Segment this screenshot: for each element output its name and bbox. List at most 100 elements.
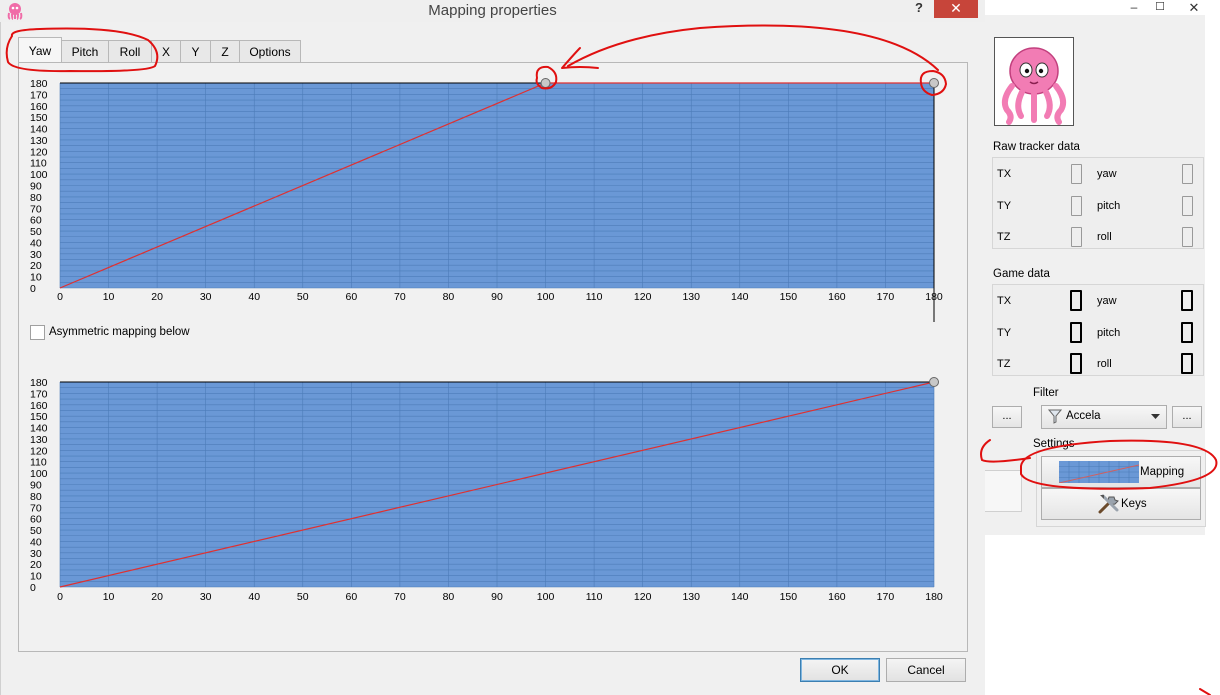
y-tick-label: 50 [30,525,42,537]
y-tick-label: 10 [30,571,42,583]
x-tick-label: 100 [537,291,555,303]
game-ty-label: TY [997,327,1012,339]
x-tick-label: 150 [780,291,798,303]
y-tick-label: 150 [30,411,48,423]
y-tick-label: 180 [30,377,48,389]
y-tick-label: 0 [30,283,36,295]
curve-control-point[interactable] [929,78,939,88]
x-tick-label: 20 [151,291,163,303]
chevron-down-icon [1151,414,1160,419]
ok-button[interactable]: OK [800,658,880,682]
game-roll-label: roll [1097,358,1112,370]
y-tick-label: 20 [30,260,42,272]
raw-roll-display [1182,227,1193,247]
x-tick-label: 30 [200,591,212,603]
x-tick-label: 90 [491,291,503,303]
x-tick-label: 110 [586,291,603,303]
x-tick-label: 0 [57,291,63,303]
y-tick-label: 30 [30,548,42,560]
y-tick-label: 140 [30,423,48,435]
y-tick-label: 0 [30,582,36,594]
x-tick-label: 50 [297,591,309,603]
y-tick-label: 30 [30,249,42,261]
maximize-button[interactable]: ☐ [1153,0,1167,14]
x-tick-label: 30 [200,291,212,303]
y-tick-label: 40 [30,536,42,548]
cancel-button[interactable]: Cancel [886,658,966,682]
x-tick-label: 80 [443,591,455,603]
x-tick-label: 10 [103,291,115,303]
asymmetric-mapping-checkbox[interactable] [30,325,45,340]
x-tick-label: 40 [248,591,260,603]
y-tick-label: 170 [30,89,48,101]
x-tick-label: 110 [586,591,603,603]
game-data-title: Game data [993,268,1050,280]
y-tick-label: 60 [30,514,42,526]
x-tick-label: 60 [345,591,357,603]
y-tick-label: 20 [30,559,42,571]
filter-dropdown[interactable]: Accela [1041,405,1167,429]
y-tick-label: 160 [30,101,48,113]
raw-ty-display [1071,196,1082,216]
asymmetric-mapping-label: Asymmetric mapping below [49,326,190,338]
mapping-button-label: Mapping [1140,466,1185,478]
x-tick-label: 20 [151,591,163,603]
curve-control-point[interactable] [929,377,939,387]
y-tick-label: 70 [30,203,42,215]
partial-button[interactable] [985,470,1022,512]
y-tick-label: 80 [30,491,42,503]
raw-yaw-label: yaw [1097,168,1117,180]
x-tick-label: 160 [828,291,846,303]
x-tick-label: 80 [443,291,455,303]
x-tick-label: 100 [537,591,555,603]
y-tick-label: 50 [30,226,42,238]
x-tick-label: 0 [57,591,63,603]
y-tick-label: 90 [30,480,42,492]
y-tick-label: 100 [30,468,48,480]
settings-label: Settings [1033,438,1075,450]
filter-label: Filter [1033,387,1059,399]
raw-pitch-label: pitch [1097,200,1121,212]
raw-tx-display [1071,164,1082,184]
x-tick-label: 70 [394,291,406,303]
x-tick-label: 120 [634,591,652,603]
octopus-logo-icon [1001,47,1067,125]
y-tick-label: 70 [30,502,42,514]
window-close-button[interactable]: ✕ [1185,0,1203,15]
filter-dropdown-value: Accela [1066,410,1101,422]
x-tick-label: 90 [491,591,503,603]
curve-plots[interactable]: 0 10 20 30 40 50 60 70 80 90 100 110 120 130 140 150 160… [0,0,985,695]
raw-roll-label: roll [1097,231,1112,243]
curve-control-point[interactable] [540,78,551,88]
y-tick-label: 120 [30,146,48,158]
raw-tz-display [1071,227,1082,247]
raw-tx-label: TX [997,168,1012,180]
x-tick-label: 140 [731,291,749,303]
x-tick-label: 150 [780,591,798,603]
x-tick-label: 140 [731,591,749,603]
y-tick-label: 150 [30,112,48,124]
filter-settings-button[interactable]: ... [1172,406,1202,428]
minimize-button[interactable]: – [1127,0,1141,14]
game-roll-display [1181,353,1193,374]
y-tick-label: 130 [30,135,48,147]
game-tx-label: TX [997,295,1012,307]
x-tick-label: 70 [394,591,406,603]
x-tick-label: 130 [682,591,700,603]
game-yaw-label: yaw [1097,295,1117,307]
mapping-dialog: Mapping properties ? ✕ Yaw Pitch Roll X … [0,0,985,695]
curve-thumbnail [1058,461,1140,484]
y-tick-label: 170 [30,388,48,400]
funnel-icon [1048,409,1062,424]
raw-ty-label: TY [997,200,1012,212]
x-tick-label: 50 [297,291,309,303]
y-tick-label: 180 [30,78,48,90]
game-pitch-label: pitch [1097,327,1121,339]
game-ty-display [1070,322,1082,343]
x-tick-label: 40 [248,291,260,303]
keys-button[interactable]: Keys [1041,488,1201,520]
mapping-button[interactable]: Mapping [1041,456,1201,488]
raw-tracker-title: Raw tracker data [993,141,1080,153]
tracker-settings-button[interactable]: ... [992,406,1022,428]
y-tick-label: 110 [30,457,47,469]
